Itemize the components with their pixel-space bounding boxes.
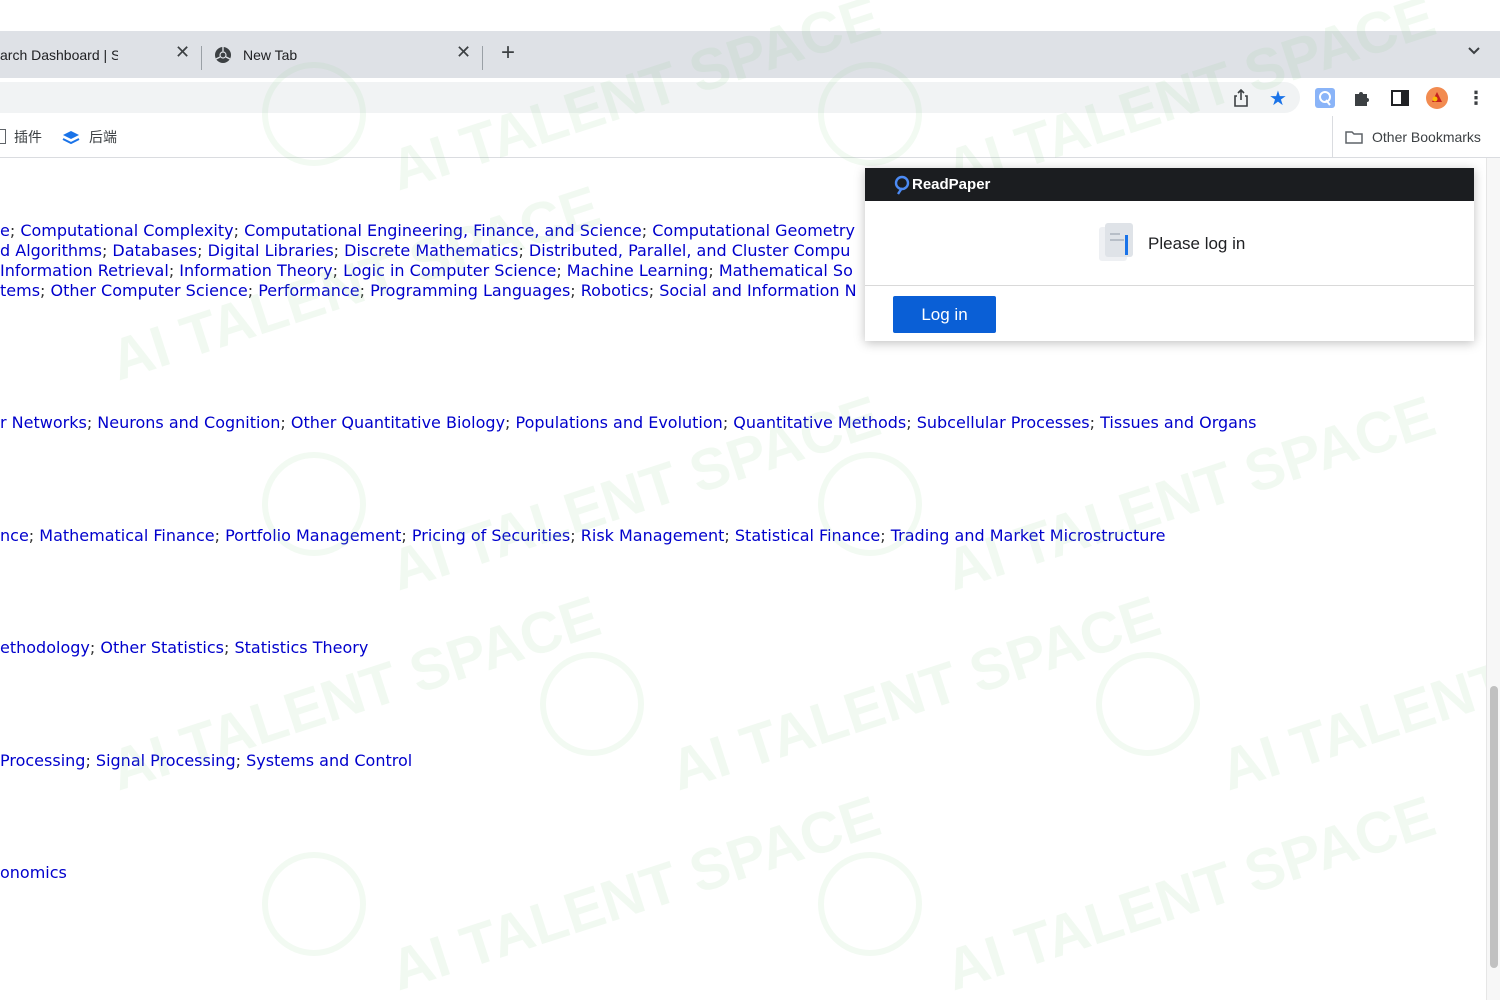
tab-title: New Tab: [243, 46, 298, 63]
bookmark-backend[interactable]: 后端: [61, 116, 117, 157]
popup-divider: [865, 285, 1474, 286]
login-prompt: Please log in: [1148, 234, 1246, 253]
login-button[interactable]: Log in: [893, 296, 996, 333]
side-panel-icon[interactable]: [1389, 87, 1411, 109]
close-icon[interactable]: ✕: [175, 42, 190, 63]
subject-links-line[interactable]: nce; Mathematical Finance; Portfolio Man…: [0, 526, 1165, 546]
tab-separator: [482, 46, 483, 70]
tab-research-dashboard[interactable]: arch Dashboard | S ✕: [0, 31, 200, 78]
bookmark-label: 插件: [14, 128, 42, 145]
subject-links-line[interactable]: d Algorithms; Databases; Digital Librari…: [0, 241, 850, 261]
profile-avatar[interactable]: [1426, 87, 1448, 109]
subject-links-line[interactable]: e; Computational Complexity; Computation…: [0, 221, 855, 241]
other-bookmarks[interactable]: Other Bookmarks: [1332, 116, 1481, 157]
popup-brand: ReadPaper: [912, 176, 991, 193]
readpaper-logo-icon: [893, 175, 911, 195]
close-icon[interactable]: ✕: [456, 42, 471, 63]
page-scrollbar[interactable]: [1486, 158, 1500, 1000]
chrome-icon: [213, 45, 233, 65]
window-top-area: [0, 0, 1500, 31]
subject-links-line[interactable]: r Networks; Neurons and Cognition; Other…: [0, 413, 1256, 433]
tab-separator: [201, 46, 202, 70]
tab-new-tab[interactable]: New Tab ✕: [213, 31, 481, 78]
bookmark-star-icon[interactable]: ★: [1267, 87, 1289, 110]
tab-title: arch Dashboard | S: [0, 46, 118, 63]
popup-header: ReadPaper: [865, 168, 1474, 201]
more-menu-icon[interactable]: ⋮: [1465, 87, 1487, 109]
other-bookmarks-label: Other Bookmarks: [1372, 128, 1481, 145]
new-tab-button[interactable]: +: [496, 39, 520, 67]
folder-icon: [0, 129, 6, 144]
bookmark-plugins[interactable]: 插件: [0, 116, 42, 157]
readpaper-extension-icon[interactable]: [1314, 87, 1336, 109]
scrollbar-thumb[interactable]: [1490, 686, 1498, 968]
subject-links-line[interactable]: ethodology; Other Statistics; Statistics…: [0, 638, 368, 658]
bookmarks-bar: 插件 后端 Other Bookmarks: [0, 116, 1500, 158]
readpaper-popup: ReadPaper Please log in Log in: [865, 168, 1474, 341]
share-icon[interactable]: [1230, 87, 1252, 109]
browser-toolbar: ★ ⋮: [0, 78, 1500, 116]
folder-icon: [1345, 130, 1363, 144]
layers-icon: [61, 129, 81, 145]
tab-strip: arch Dashboard | S ✕ New Tab ✕ +: [0, 31, 1500, 78]
bookmark-label: 后端: [89, 128, 117, 145]
subject-links-line[interactable]: onomics: [0, 863, 67, 883]
subject-links-line[interactable]: tems; Other Computer Science; Performanc…: [0, 281, 857, 301]
extensions-puzzle-icon[interactable]: [1351, 87, 1373, 109]
document-icon: [1095, 221, 1137, 265]
subject-links-line[interactable]: Processing; Signal Processing; Systems a…: [0, 751, 412, 771]
address-bar[interactable]: [0, 82, 1300, 113]
subject-links-line[interactable]: Information Retrieval; Information Theor…: [0, 261, 853, 281]
chevron-down-icon[interactable]: [1464, 43, 1484, 63]
